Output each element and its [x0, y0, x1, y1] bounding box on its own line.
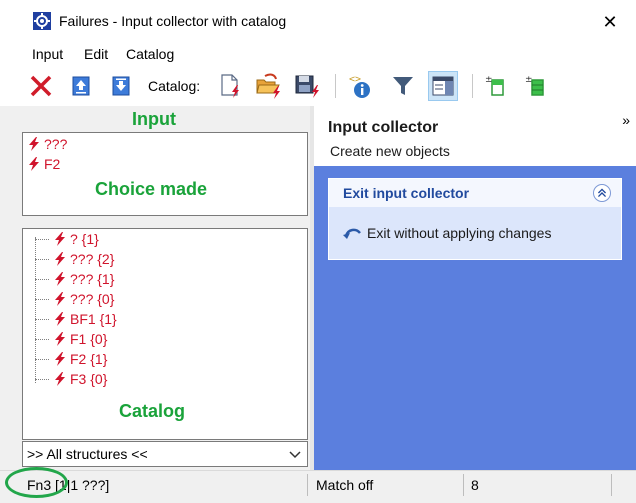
catalog-view-button[interactable] [428, 71, 458, 101]
delete-icon [30, 75, 52, 97]
catalog-item-label: BF1 {1} [70, 311, 117, 327]
title-bar: Failures - Input collector with catalog … [0, 0, 636, 42]
status-count: 8 [471, 477, 479, 493]
catalog-item[interactable]: BF1 {1} [35, 309, 117, 329]
catalog-item[interactable]: ??? {2} [35, 249, 114, 269]
app-icon [33, 12, 51, 30]
failure-bolt-icon [55, 252, 65, 266]
status-separator [463, 474, 464, 496]
add-above-button[interactable]: ± [480, 71, 510, 101]
input-list[interactable]: ??? F2 Choice made [22, 132, 308, 216]
close-button[interactable]: ✕ [596, 9, 624, 35]
menu-catalog[interactable]: Catalog [126, 46, 174, 62]
catalog-item-label: ??? {0} [70, 291, 115, 307]
toolbar-separator [335, 74, 336, 98]
delete-button[interactable] [26, 71, 56, 101]
catalog-item[interactable]: ??? {0} [35, 289, 114, 309]
failure-bolt-icon [55, 272, 65, 286]
open-catalog-button[interactable] [254, 71, 284, 101]
collapse-card-icon[interactable] [593, 184, 611, 202]
failure-bolt-icon [55, 292, 65, 306]
toolbar-separator [472, 74, 473, 98]
input-heading: Input [132, 109, 176, 129]
catalog-item-label: ? {1} [70, 231, 99, 247]
chevron-down-icon [289, 451, 301, 459]
new-catalog-button[interactable] [216, 71, 246, 101]
menu-input[interactable]: Input [32, 46, 63, 62]
input-item[interactable]: F2 [27, 155, 60, 173]
input-item[interactable]: ??? [27, 135, 67, 153]
task-card-header[interactable]: Exit input collector [329, 179, 621, 207]
menu-edit[interactable]: Edit [84, 46, 108, 62]
left-pane: Input ??? F2 Choice made ? {1} ??? {2} ?… [0, 106, 310, 470]
task-pane-subtitle: Create new objects [330, 143, 450, 159]
failure-bolt-icon [55, 332, 65, 346]
catalog-tree[interactable]: ? {1} ??? {2} ??? {1} ??? {0} BF1 {1} F1… [22, 228, 308, 440]
catalog-item-label: F2 {1} [70, 351, 108, 367]
move-up-button[interactable] [66, 71, 96, 101]
catalog-view-icon [432, 76, 454, 96]
save-catalog-icon [295, 75, 319, 98]
exit-without-changes-link[interactable]: Exit without applying changes [343, 225, 551, 241]
catalog-item-label: F1 {0} [70, 331, 108, 347]
failure-bolt-icon [55, 372, 65, 386]
open-catalog-icon [256, 73, 280, 99]
filter-icon [393, 77, 413, 95]
window-title: Failures - Input collector with catalog [59, 13, 287, 29]
add-below-button[interactable]: ± [520, 71, 550, 101]
catalog-item[interactable]: F3 {0} [35, 369, 107, 389]
collapse-pane-button[interactable]: » [622, 112, 630, 128]
task-pane-title: Input collector [328, 119, 439, 136]
failure-bolt-icon [55, 312, 65, 326]
move-up-icon [72, 76, 90, 96]
structure-select-value: >> All structures << [27, 446, 148, 462]
catalog-item[interactable]: ??? {1} [35, 269, 114, 289]
task-pane-header: Input collector Create new objects » [314, 106, 636, 166]
status-separator [307, 474, 308, 496]
input-item-label: F2 [44, 156, 61, 172]
new-catalog-icon [221, 74, 239, 98]
status-separator [611, 474, 612, 496]
info-button[interactable]: <> [344, 71, 374, 101]
catalog-item[interactable]: F1 {0} [35, 329, 107, 349]
catalog-item-label: ??? {2} [70, 251, 115, 267]
failure-bolt-icon [55, 352, 65, 366]
status-match: Match off [316, 477, 374, 493]
catalog-item[interactable]: F2 {1} [35, 349, 107, 369]
filter-button[interactable] [388, 71, 418, 101]
status-highlight-oval [5, 467, 68, 498]
task-card: Exit input collector Exit without applyi… [328, 178, 622, 260]
task-pane: Input collector Create new objects » Exi… [314, 106, 636, 470]
choice-made-label: Choice made [95, 179, 208, 199]
move-down-icon [112, 76, 130, 96]
toolbar: Catalog: <> ± ± [0, 66, 636, 106]
failure-bolt-icon [29, 137, 39, 151]
catalog-item-label: ??? {1} [70, 271, 115, 287]
catalog-item-label: F3 {0} [70, 371, 108, 387]
move-down-button[interactable] [106, 71, 136, 101]
status-bar: Fn3 [1|1 ???] Match off 8 [0, 470, 636, 503]
add-below-icon: ± [525, 75, 544, 96]
failure-bolt-icon [55, 232, 65, 246]
task-card-title: Exit input collector [343, 185, 470, 201]
app-window: Failures - Input collector with catalog … [0, 0, 636, 503]
info-icon: <> [349, 74, 370, 98]
add-above-icon: ± [485, 75, 504, 96]
undo-arrow-icon [343, 228, 361, 239]
exit-link-label: Exit without applying changes [367, 225, 552, 241]
menu-bar: Input Edit Catalog [0, 42, 636, 66]
failure-bolt-icon [29, 157, 39, 171]
input-item-label: ??? [44, 136, 68, 152]
catalog-item[interactable]: ? {1} [35, 229, 99, 249]
structure-select[interactable]: >> All structures << [22, 441, 308, 467]
catalog-label: Catalog [119, 401, 186, 421]
catalog-toolbar-label: Catalog: [148, 78, 201, 94]
save-catalog-button[interactable] [292, 71, 322, 101]
